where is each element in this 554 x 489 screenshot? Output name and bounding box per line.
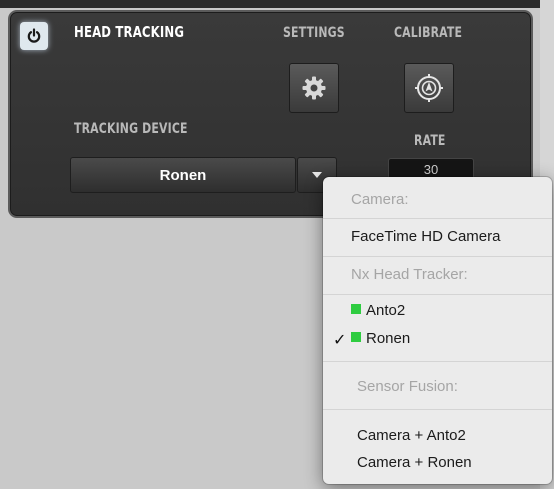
menu-header-sensor-fusion: Sensor Fusion: xyxy=(357,378,458,395)
calibrate-label: CALIBRATE xyxy=(394,25,463,41)
menu-separator xyxy=(323,218,552,219)
status-indicator xyxy=(351,332,361,342)
tracking-device-select[interactable]: Ronen xyxy=(70,157,296,193)
menu-separator xyxy=(323,361,552,362)
rate-label: RATE xyxy=(414,133,446,149)
menu-item-camera-ronen[interactable]: Camera + Ronen xyxy=(357,454,547,471)
power-button[interactable] xyxy=(20,22,48,50)
menu-item-anto2[interactable]: Anto2 xyxy=(351,302,546,319)
menu-separator xyxy=(323,256,552,257)
checkmark-icon: ✓ xyxy=(333,332,347,349)
menu-item-label: Anto2 xyxy=(366,302,406,319)
settings-label: SETTINGS xyxy=(283,25,345,41)
calibrate-button[interactable] xyxy=(404,63,454,113)
power-icon xyxy=(27,28,41,43)
menu-separator xyxy=(323,409,552,410)
gear-icon xyxy=(302,76,326,100)
window-top-edge xyxy=(0,0,554,8)
panel-title: HEAD TRACKING xyxy=(74,23,185,41)
dropdown-arrow-icon xyxy=(312,172,322,178)
tracking-device-label: TRACKING DEVICE xyxy=(74,121,188,137)
menu-item-label: Ronen xyxy=(366,330,411,347)
calibrate-icon xyxy=(415,74,443,102)
menu-item-camera-anto2[interactable]: Camera + Anto2 xyxy=(357,427,547,444)
tracking-device-menu: Camera: FaceTime HD Camera Nx Head Track… xyxy=(323,177,552,484)
menu-item-ronen[interactable]: Ronen xyxy=(351,330,546,347)
settings-button[interactable] xyxy=(289,63,339,113)
menu-header-camera: Camera: xyxy=(351,191,409,208)
menu-separator xyxy=(323,294,552,295)
status-indicator xyxy=(351,304,361,314)
menu-header-nx-head-tracker: Nx Head Tracker: xyxy=(351,266,468,283)
menu-item-facetime-camera[interactable]: FaceTime HD Camera xyxy=(351,228,546,245)
